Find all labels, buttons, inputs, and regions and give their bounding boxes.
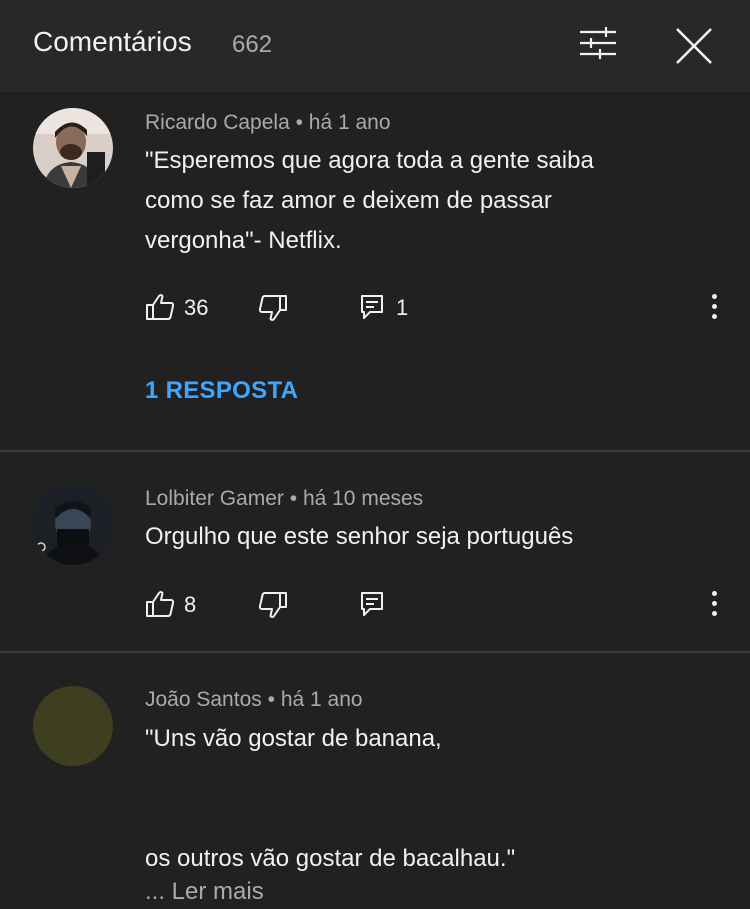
comment-meta: João Santos • há 1 ano bbox=[145, 688, 363, 712]
comment-meta: Lolbiter Gamer • há 10 meses bbox=[145, 487, 423, 511]
comment-line: os outros vão gostar de bacalhau." bbox=[145, 845, 516, 872]
avatar[interactable] bbox=[33, 485, 113, 565]
comment-time[interactable]: há 10 meses bbox=[303, 487, 423, 510]
comment-text: Orgulho que este senhor seja português bbox=[145, 517, 705, 557]
comment-line: "Esperemos que agora toda a gente saiba bbox=[145, 147, 594, 174]
author-name[interactable]: João Santos bbox=[145, 688, 262, 711]
thumbs-down-icon bbox=[258, 592, 287, 618]
comment-text: "Uns vão gostar de banana, os outros vão… bbox=[145, 719, 705, 879]
meta-separator: • bbox=[267, 688, 275, 711]
like-button[interactable] bbox=[145, 590, 175, 618]
reply-count: 1 bbox=[396, 295, 409, 320]
dislike-button[interactable] bbox=[258, 591, 288, 619]
reply-icon bbox=[361, 592, 383, 616]
meta-separator: • bbox=[289, 487, 298, 510]
like-count: 8 bbox=[184, 592, 197, 617]
comment-meta: Ricardo Capela • há 1 ano bbox=[145, 111, 391, 135]
avatar[interactable] bbox=[33, 108, 113, 188]
comment-text: "Esperemos que agora toda a gente saiba … bbox=[145, 141, 705, 261]
reply-icon bbox=[361, 295, 383, 319]
dislike-button[interactable] bbox=[258, 294, 288, 322]
thumbs-up-icon bbox=[146, 294, 175, 320]
comment-line: como se faz amor e deixem de passar bbox=[145, 187, 552, 214]
like-button[interactable] bbox=[145, 293, 175, 321]
comment-line: "Uns vão gostar de banana, bbox=[145, 725, 442, 752]
comment-line bbox=[145, 759, 705, 799]
author-name[interactable]: Ricardo Capela bbox=[145, 111, 290, 134]
comment-line: Orgulho que este senhor seja português bbox=[145, 523, 574, 550]
comment-item: João Santos • há 1 ano "Uns vão gostar d… bbox=[0, 653, 750, 909]
comment-line bbox=[145, 799, 705, 839]
more-options-button[interactable] bbox=[706, 589, 722, 619]
thumbs-up-icon bbox=[146, 591, 175, 617]
view-replies-link[interactable]: 1 RESPOSTA bbox=[145, 377, 298, 405]
reply-button[interactable] bbox=[360, 294, 384, 320]
read-more-link[interactable]: ... Ler mais bbox=[145, 878, 264, 906]
author-name[interactable]: Lolbiter Gamer bbox=[145, 487, 284, 510]
comment-item: Ricardo Capela • há 1 ano "Esperemos que… bbox=[0, 0, 750, 452]
more-options-button[interactable] bbox=[706, 292, 722, 322]
comment-time[interactable]: há 1 ano bbox=[309, 111, 391, 134]
thumbs-down-icon bbox=[258, 295, 287, 321]
like-count: 36 bbox=[184, 295, 209, 320]
comment-line: vergonha"- Netflix. bbox=[145, 227, 342, 254]
reply-button[interactable] bbox=[360, 591, 384, 617]
avatar[interactable] bbox=[33, 686, 113, 766]
comment-item: Lolbiter Gamer • há 10 meses Orgulho que… bbox=[0, 452, 750, 652]
comment-time[interactable]: há 1 ano bbox=[281, 688, 363, 711]
meta-separator: • bbox=[295, 111, 303, 134]
